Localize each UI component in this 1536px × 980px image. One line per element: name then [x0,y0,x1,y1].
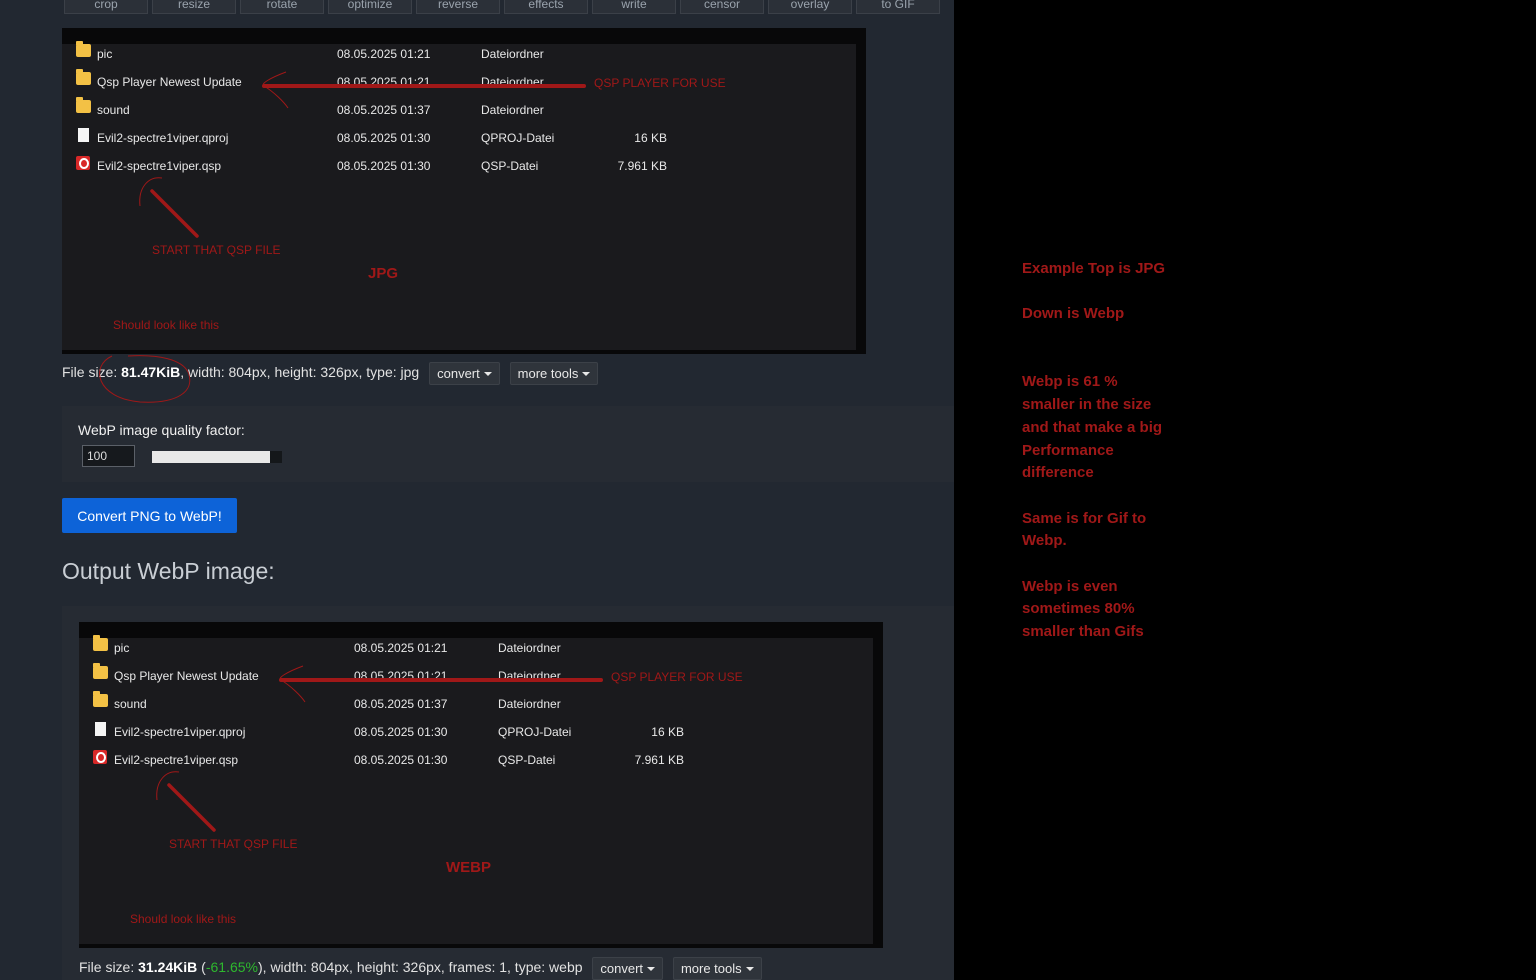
file-icon [95,722,106,736]
tab-effects[interactable]: effects [504,0,588,14]
size-delta: -61.65% [205,959,258,976]
folder-icon [76,97,91,113]
file-size: 7.961 KB [617,159,667,173]
annotation-start-webp: START THAT QSP FILE [169,837,298,851]
file-type: Dateiordner [498,641,561,655]
file-name: sound [114,697,147,711]
file-type: Dateiordner [481,47,544,61]
file-size: 16 KB [634,131,667,145]
quality-label: WebP image quality factor: [78,422,245,438]
file-row: Qsp Player Newest Update 08.05.2025 01:21… [93,663,693,686]
file-name: Qsp Player Newest Update [97,75,242,89]
folder-icon [93,635,108,651]
annotation-start: START THAT QSP FILE [152,243,281,257]
file-row: Evil2-spectre1viper.qproj 08.05.2025 01:3… [76,128,676,148]
tab-overlay[interactable]: overlay [768,0,852,14]
qsp-file-icon [93,750,107,764]
side-notes: Example Top is JPG Down is Webp Webp is … [1022,258,1172,644]
annotation-player-webp: QSP PLAYER FOR USE [611,670,743,684]
quality-panel: WebP image quality factor: [62,406,954,482]
file-type: Dateiordner [498,697,561,711]
file-name: pic [114,641,130,655]
file-date: 08.05.2025 01:30 [337,131,431,145]
file-name: Evil2-spectre1viper.qproj [97,131,229,145]
note-5: Webp is even sometimes 80% smaller than … [1022,577,1144,641]
file-name: Qsp Player Newest Update [114,669,259,683]
folder-icon [76,69,91,85]
file-name: pic [97,47,113,61]
converter-panel: crop resize rotate optimize reverse effe… [0,0,954,980]
convert-dropdown[interactable]: convert [429,362,500,385]
file-type: QSP-Datei [498,753,556,767]
more-tools-dropdown-output[interactable]: more tools [672,957,762,980]
input-file-info: File size: 81.47KiB, width: 804px, heigh… [62,362,599,385]
file-type: Dateiordner [498,669,561,683]
output-file-size: 31.24KiB [138,959,198,976]
file-row: sound 08.05.2025 01:37 Dateiordner [93,691,693,714]
note-2: Down is Webp [1022,305,1125,323]
folder-icon [76,41,91,57]
file-name: Evil2-spectre1viper.qproj [114,725,246,739]
tab-reverse[interactable]: reverse [416,0,500,14]
file-date: 08.05.2025 01:21 [354,669,448,683]
file-name: Evil2-spectre1viper.qsp [97,159,222,173]
tab-write[interactable]: write [592,0,676,14]
input-image-preview: pic 08.05.2025 01:21 Dateiordner Qsp Player… [62,28,866,354]
file-row: Evil2-spectre1viper.qproj 08.05.2025 01:3… [93,722,693,742]
annotation-should-webp: Should look like this [130,912,237,926]
file-date: 08.05.2025 01:30 [354,725,448,739]
file-row: pic 08.05.2025 01:21 Dateiordner [76,41,676,64]
file-date: 08.05.2025 01:37 [337,103,431,117]
output-panel: pic 08.05.2025 01:21 Dateiordner Qsp Player… [62,606,954,980]
file-row: pic 08.05.2025 01:21 Dateiordner [93,635,693,658]
tab-resize[interactable]: resize [152,0,236,14]
file-type: Dateiordner [481,75,544,89]
annotation-should: Should look like this [113,318,220,332]
input-file-size: 81.47KiB [121,364,181,381]
more-tools-dropdown[interactable]: more tools [509,362,599,385]
annotation-player: QSP PLAYER FOR USE [594,76,726,90]
file-size: 16 KB [651,725,684,739]
tab-optimize[interactable]: optimize [328,0,412,14]
file-type: QSP-Datei [481,159,539,173]
file-type: Dateiordner [481,103,544,117]
note-3: Webp is 61 % smaller in the size and tha… [1022,373,1163,482]
file-name: sound [97,103,130,117]
quality-input[interactable] [82,445,135,467]
file-type: QPROJ-Datei [481,131,555,145]
file-date: 08.05.2025 01:21 [337,75,431,89]
file-row: Evil2-spectre1viper.qsp 08.05.2025 01:30 Q… [76,156,676,176]
convert-dropdown-output[interactable]: convert [592,957,664,980]
note-1: Example Top is JPG [1022,260,1166,277]
quality-slider[interactable] [152,451,282,463]
file-row: Qsp Player Newest Update 08.05.2025 01:21… [76,69,676,92]
annotation-webp: WEBP [446,859,491,876]
tool-tabs: crop resize rotate optimize reverse effe… [64,0,944,16]
tab-to-gif[interactable]: to GIF [856,0,940,14]
file-date: 08.05.2025 01:30 [354,753,448,767]
file-icon [78,128,89,142]
file-name: Evil2-spectre1viper.qsp [114,753,239,767]
file-size: 7.961 KB [634,753,684,767]
file-date: 08.05.2025 01:21 [337,47,431,61]
file-row: Evil2-spectre1viper.qsp 08.05.2025 01:30 Q… [93,750,693,770]
output-image-preview: pic 08.05.2025 01:21 Dateiordner Qsp Player… [79,622,883,948]
file-date: 08.05.2025 01:30 [337,159,431,173]
file-date: 08.05.2025 01:37 [354,697,448,711]
folder-icon [93,691,108,707]
qsp-file-icon [76,156,90,170]
file-type: QPROJ-Datei [498,725,572,739]
tab-rotate[interactable]: rotate [240,0,324,14]
tab-censor[interactable]: censor [680,0,764,14]
folder-icon [93,663,108,679]
file-row: sound 08.05.2025 01:37 Dateiordner [76,97,676,120]
output-file-info: File size: 31.24KiB (-61.65%), width: 80… [79,957,762,980]
annotation-jpg: JPG [368,265,399,282]
quality-slider-fill [152,451,271,463]
convert-button[interactable]: Convert PNG to WebP! [62,498,237,533]
tab-crop[interactable]: crop [64,0,148,14]
file-date: 08.05.2025 01:21 [354,641,448,655]
output-title: Output WebP image: [62,558,275,584]
note-4: Same is for Gif to Webp. [1022,509,1147,550]
